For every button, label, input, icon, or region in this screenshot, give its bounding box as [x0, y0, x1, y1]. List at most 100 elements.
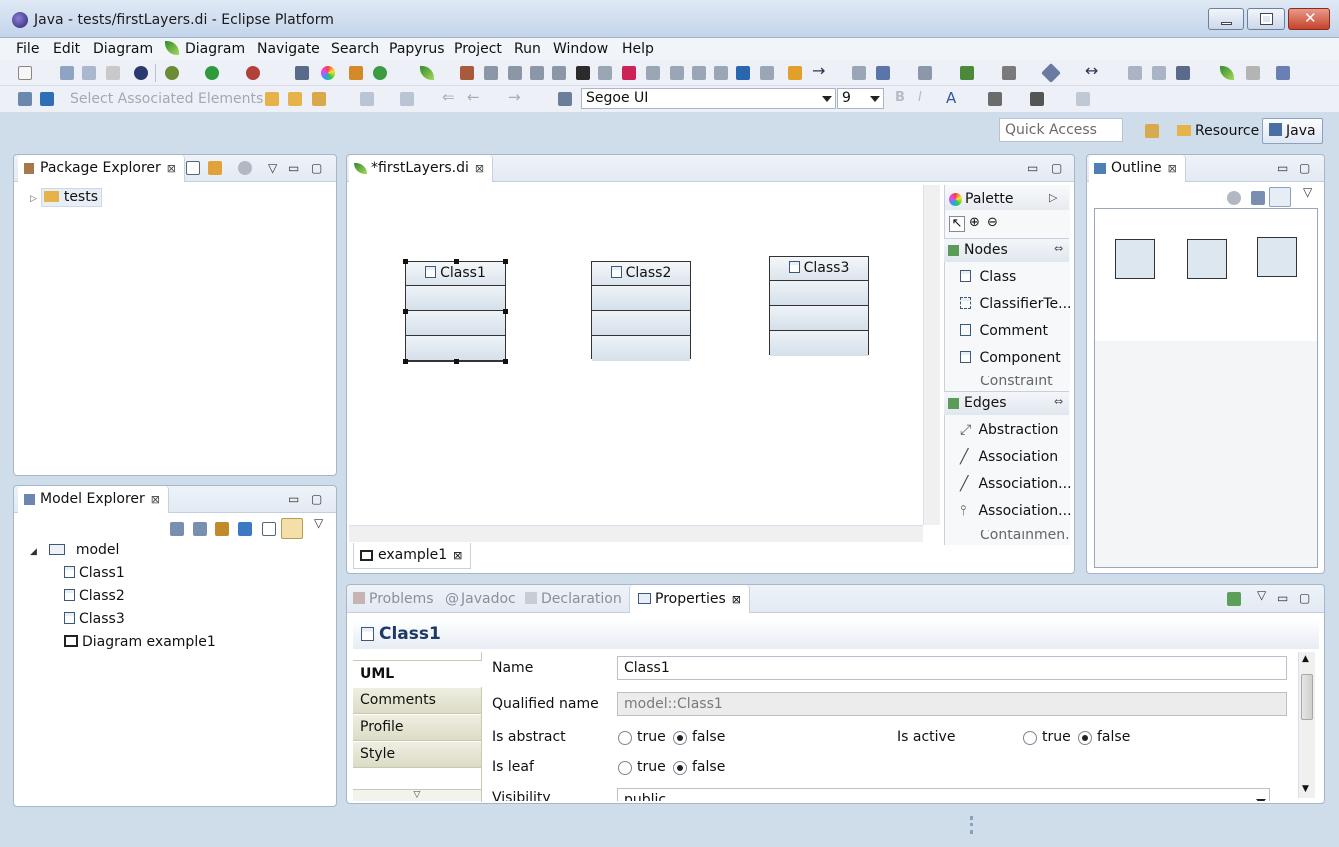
quick-access-input[interactable]: Quick Access: [999, 118, 1123, 142]
fill-color-icon[interactable]: [988, 92, 1002, 106]
tab-package-explorer[interactable]: Package Explorer ⊠: [18, 155, 185, 182]
maximize-view-icon[interactable]: ▢: [311, 161, 322, 175]
run-icon[interactable]: [205, 66, 219, 80]
class-compartment[interactable]: [770, 306, 868, 331]
copy-icon[interactable]: [852, 66, 866, 80]
is-abstract-false-radio[interactable]: [673, 731, 687, 745]
layout-icon[interactable]: [460, 66, 474, 80]
minimize-view-icon[interactable]: ▭: [288, 492, 299, 506]
name-field[interactable]: Class1: [617, 656, 1287, 680]
menu-diagram-papyrus[interactable]: Diagram: [185, 41, 245, 57]
move-icon[interactable]: [360, 92, 374, 106]
right-icon[interactable]: →: [508, 88, 521, 106]
zoom-icon[interactable]: [918, 66, 932, 80]
tree-item-class3[interactable]: Class3: [64, 611, 125, 627]
side-tab-profile[interactable]: Profile: [353, 715, 481, 741]
arrow-right-icon[interactable]: →: [812, 61, 825, 80]
side-tab-scroll-down[interactable]: ▽: [353, 789, 481, 801]
tab-problems[interactable]: Problems: [353, 591, 434, 607]
palette-item-class[interactable]: Class: [960, 269, 1016, 285]
palette-item-abstraction[interactable]: ⤢ Abstraction: [960, 422, 1059, 438]
select-associated-elements-button[interactable]: Select Associated Elements: [70, 91, 263, 107]
uml-class-class2[interactable]: Class2: [591, 261, 691, 361]
minimize-view-icon[interactable]: ▭: [1027, 161, 1038, 175]
font-size-combo[interactable]: 9: [837, 88, 884, 109]
palette-item-constraint[interactable]: Constraint: [960, 376, 1060, 388]
pin-icon[interactable]: ⇔: [1054, 395, 1063, 408]
tab-firstlayers-di[interactable]: *firstLayers.di ⊠: [349, 155, 494, 182]
uml-class-class3[interactable]: Class3: [769, 256, 869, 356]
collapse-arrow-icon[interactable]: ◢: [30, 547, 37, 557]
tree-item-tests[interactable]: ▷ tests: [30, 188, 103, 207]
close-tab-icon[interactable]: ⊠: [167, 162, 176, 175]
sort-icon[interactable]: [238, 522, 252, 536]
view-menu-icon[interactable]: ▽: [1303, 185, 1312, 199]
new-icon[interactable]: [18, 66, 32, 80]
left-icon[interactable]: ←: [467, 88, 480, 106]
is-active-false-radio[interactable]: [1078, 731, 1092, 745]
link-icon[interactable]: [1128, 66, 1142, 80]
external-tools-icon[interactable]: [246, 66, 260, 80]
papyrus-2-icon[interactable]: [1220, 66, 1234, 80]
maximize-view-icon[interactable]: ▢: [311, 492, 322, 506]
refresh-icon[interactable]: [788, 66, 802, 80]
menu-window[interactable]: Window: [553, 41, 608, 57]
arrange-icon[interactable]: [646, 66, 660, 80]
filter-icon[interactable]: [1227, 191, 1241, 205]
is-active-true-radio[interactable]: [1023, 731, 1037, 745]
save-all-icon[interactable]: [82, 66, 96, 80]
hierarchy-icon[interactable]: [193, 522, 207, 536]
palette-collapse-icon[interactable]: ▷: [1049, 191, 1057, 204]
align-4-icon[interactable]: [552, 66, 566, 80]
pin-icon[interactable]: ⇔: [1054, 242, 1063, 255]
maximize-view-icon[interactable]: ▢: [1299, 161, 1310, 175]
properties-vertical-scrollbar[interactable]: ▲ ▼: [1298, 652, 1315, 798]
outline-overview[interactable]: [1094, 208, 1318, 568]
maximize-view-icon[interactable]: ▢: [1051, 161, 1062, 175]
palette-item-association[interactable]: ╱ Association: [960, 449, 1058, 465]
font-color-icon[interactable]: A: [946, 89, 956, 107]
select-tool-icon[interactable]: ↖: [949, 216, 965, 232]
resource-perspective-button[interactable]: Resource: [1170, 118, 1266, 144]
collapse-all-icon[interactable]: [262, 522, 276, 536]
tab-outline[interactable]: Outline ⊠: [1089, 155, 1186, 182]
canvas-horizontal-scrollbar[interactable]: [349, 525, 923, 542]
tree-item-diagram-example1[interactable]: Diagram example1: [64, 634, 216, 650]
route-2-icon[interactable]: [760, 66, 774, 80]
palette-item-classifier-template[interactable]: ClassifierTe...: [960, 296, 1072, 312]
canvas-vertical-scrollbar[interactable]: [923, 185, 940, 525]
menu-search[interactable]: Search: [331, 41, 379, 57]
save-icon[interactable]: [60, 66, 74, 80]
zoom-out-icon[interactable]: ⊖: [987, 215, 998, 230]
tree-item-class1[interactable]: Class1: [64, 565, 125, 581]
tab-properties[interactable]: Properties ⊠: [629, 585, 750, 613]
new-class-icon[interactable]: [373, 66, 387, 80]
class-compartment[interactable]: [592, 336, 690, 361]
pin-view-icon[interactable]: [1227, 592, 1241, 606]
minimize-view-icon[interactable]: ▭: [1277, 591, 1288, 605]
scroll-up-icon[interactable]: ▲: [1302, 654, 1309, 664]
layers-icon[interactable]: [1176, 66, 1190, 80]
open-perspective-icon[interactable]: [1145, 124, 1159, 138]
menu-papyrus[interactable]: Papyrus: [389, 41, 445, 57]
print-icon[interactable]: [106, 66, 120, 80]
side-tab-uml[interactable]: UML: [353, 660, 482, 687]
filter-icon[interactable]: [238, 161, 252, 175]
menu-edit[interactable]: Edit: [53, 41, 80, 57]
move-2-icon[interactable]: [400, 92, 414, 106]
align-2-icon[interactable]: [508, 66, 522, 80]
pen-icon[interactable]: [295, 66, 309, 80]
tree-item-model[interactable]: ◢ model: [30, 542, 119, 558]
debug-icon[interactable]: [165, 66, 179, 80]
is-leaf-false-radio[interactable]: [673, 761, 687, 775]
palette-item-containment[interactable]: Containmen...: [960, 530, 1070, 541]
close-tab-icon[interactable]: ⊠: [475, 162, 484, 175]
close-button[interactable]: ✕: [1288, 8, 1330, 30]
close-tab-icon[interactable]: ⊠: [732, 593, 741, 606]
minimize-view-icon[interactable]: ▭: [288, 161, 299, 175]
arrange-2-icon[interactable]: [670, 66, 684, 80]
class-compartment[interactable]: [406, 311, 505, 336]
italic-icon[interactable]: I: [918, 90, 922, 105]
zoom-in-icon[interactable]: ⊕: [969, 215, 980, 230]
hand-icon[interactable]: [1002, 66, 1016, 80]
